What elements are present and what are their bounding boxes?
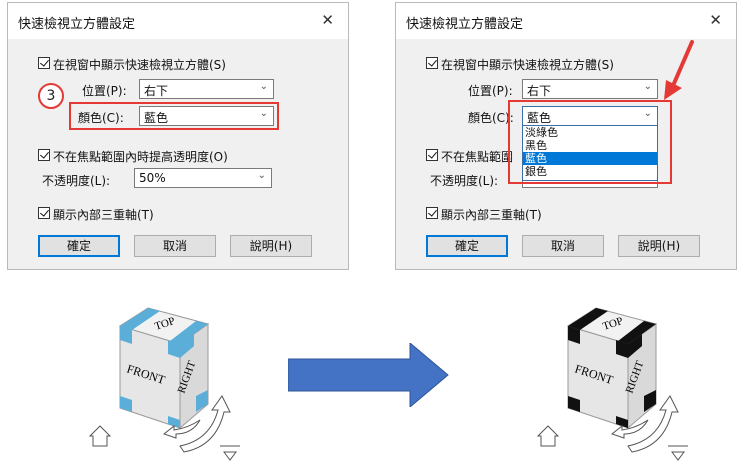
right-position-value: 右下 [527, 84, 552, 98]
right-ok-button[interactable]: 確定 [426, 235, 508, 257]
left-dialog-title: 快速檢視立方體設定 [18, 17, 136, 32]
right-dialog-title: 快速檢視立方體設定 [406, 17, 524, 32]
view-cube-blue[interactable]: TOP FRONT RIGHT [80, 300, 250, 470]
left-show-triad-label: 顯示內部三重軸(T) [53, 208, 154, 222]
left-opacity-label: 不透明度(L): [42, 174, 111, 188]
left-ok-button[interactable]: 確定 [38, 235, 120, 257]
left-help-button[interactable]: 說明(H) [230, 235, 312, 257]
right-show-triad-checkbox[interactable] [426, 207, 438, 219]
left-show-in-window-checkbox[interactable] [38, 57, 50, 69]
right-raise-opacity-label: 不在焦點範圍 [441, 150, 514, 164]
left-position-value: 右下 [144, 84, 169, 98]
red-pointer-arrow-icon [664, 40, 694, 100]
left-raise-opacity-checkbox[interactable] [38, 149, 50, 161]
right-position-label: 位置(P): [468, 84, 513, 98]
right-title-bar: 快速檢視立方體設定 ✕ [396, 3, 736, 39]
step-number-badge: 3 [38, 83, 64, 109]
left-show-in-window-label: 在視窗中顯示快速檢視立方體(S) [53, 58, 226, 72]
right-show-in-window-checkbox[interactable] [426, 57, 438, 69]
left-opacity-select[interactable]: 50% ⌄ [134, 168, 272, 188]
left-opacity-value: 50% [139, 171, 166, 185]
left-settings-dialog: 快速檢視立方體設定 ✕ 在視窗中顯示快速檢視立方體(S) 位置(P): 右下 ⌄… [7, 2, 349, 270]
left-color-label: 顏色(C): [78, 111, 124, 125]
dropdown-menu-icon[interactable] [220, 445, 240, 461]
chevron-down-icon: ⌄ [643, 81, 652, 92]
left-color-select[interactable]: 藍色 ⌄ [139, 106, 274, 126]
right-color-label: 顏色(C): [468, 111, 514, 125]
chevron-down-icon: ⌄ [259, 81, 268, 92]
left-cancel-button[interactable]: 取消 [134, 235, 216, 257]
view-cube-black[interactable]: TOP FRONT RIGHT [528, 300, 698, 470]
close-icon[interactable]: ✕ [321, 11, 334, 29]
left-position-select[interactable]: 右下 ⌄ [139, 79, 274, 99]
left-raise-opacity-label: 不在焦點範圍內時提高透明度(O) [53, 150, 228, 164]
close-icon[interactable]: ✕ [709, 11, 722, 29]
right-cancel-button[interactable]: 取消 [522, 235, 604, 257]
left-title-bar: 快速檢視立方體設定 ✕ [8, 3, 348, 39]
right-show-in-window-label: 在視窗中顯示快速檢視立方體(S) [441, 58, 614, 72]
chevron-down-icon: ⌄ [259, 108, 268, 119]
right-help-button[interactable]: 說明(H) [618, 235, 700, 257]
home-icon[interactable] [536, 425, 560, 447]
right-opacity-label: 不透明度(L): [430, 174, 499, 188]
home-icon[interactable] [88, 425, 112, 447]
left-position-label: 位置(P): [82, 84, 127, 98]
transition-arrow-icon [288, 343, 449, 407]
left-color-value: 藍色 [144, 111, 169, 125]
right-raise-opacity-checkbox[interactable] [426, 149, 438, 161]
dropdown-menu-icon[interactable] [668, 445, 688, 461]
right-show-triad-label: 顯示內部三重軸(T) [441, 208, 542, 222]
left-show-triad-checkbox[interactable] [38, 207, 50, 219]
right-dropdown-highlight-box [508, 100, 672, 184]
chevron-down-icon: ⌄ [257, 170, 266, 181]
right-position-select[interactable]: 右下 ⌄ [522, 79, 658, 99]
